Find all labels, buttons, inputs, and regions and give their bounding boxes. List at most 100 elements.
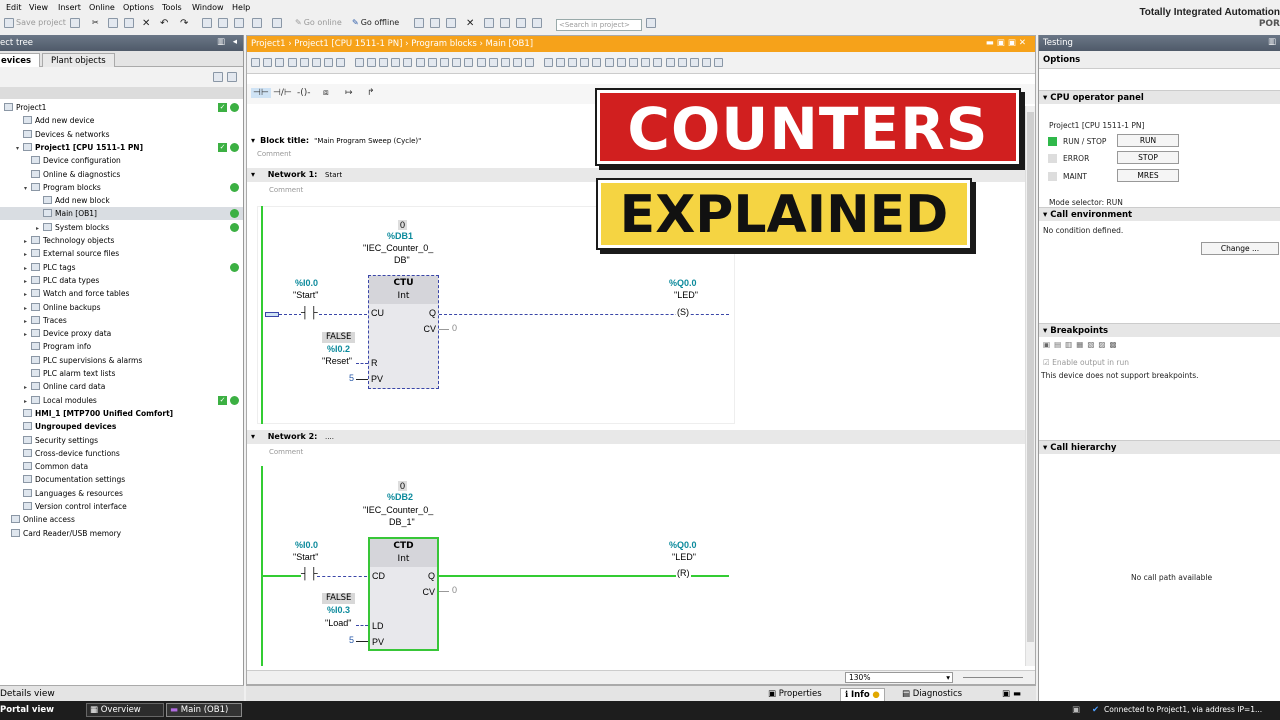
download-button[interactable] — [218, 18, 228, 28]
chevron-right-icon[interactable]: ▸ — [24, 262, 31, 275]
cut-button[interactable]: ✂ — [92, 18, 99, 27]
tree-options-icon[interactable] — [227, 72, 237, 82]
chevron-right-icon[interactable]: ▸ — [24, 302, 31, 315]
chevron-right-icon[interactable]: ▸ — [24, 248, 31, 261]
editor-tool-icon[interactable] — [275, 58, 285, 67]
n1-contact-address[interactable]: %I0.0 — [295, 278, 318, 288]
tree-item[interactable]: Cross-device functions — [0, 447, 243, 460]
redo-button[interactable]: ↷ — [180, 18, 188, 29]
stop-button[interactable]: STOP — [1117, 151, 1179, 164]
tab-diagnostics[interactable]: ▤ Diagnostics — [898, 688, 966, 701]
tree-item[interactable]: Device configuration — [0, 154, 243, 167]
n2-no-contact[interactable]: ┤ ├ — [301, 568, 318, 580]
editor-tool-icon[interactable] — [513, 58, 523, 67]
chevron-down-icon[interactable]: ▾ — [24, 182, 31, 195]
block-title-value[interactable]: "Main Program Sweep (Cycle)" — [314, 137, 421, 145]
tree-item[interactable]: Documentation settings — [0, 473, 243, 486]
coil-icon[interactable]: -()- — [297, 88, 311, 98]
chevron-right-icon[interactable]: ▸ — [24, 328, 31, 341]
menu-insert[interactable]: Insert — [58, 3, 81, 12]
editor-tool-icon[interactable] — [427, 58, 437, 67]
tree-item[interactable]: Add new block — [0, 194, 243, 207]
split-vertical-button[interactable] — [500, 18, 510, 28]
editor-tool-icon[interactable] — [366, 58, 376, 67]
menu-help[interactable]: Help — [232, 3, 250, 12]
editor-tool-icon[interactable] — [629, 58, 638, 67]
editor-tool-icon[interactable] — [452, 58, 462, 67]
tree-item[interactable]: Common data — [0, 460, 243, 473]
accessible-devices-button[interactable] — [272, 18, 282, 28]
editor-vertical-scrollbar[interactable] — [1025, 106, 1035, 666]
close-online-button[interactable]: ✕ — [466, 18, 474, 29]
editor-tool-icon[interactable] — [476, 58, 486, 67]
tree-item[interactable]: Project1 ✓ — [0, 101, 243, 114]
window-controls-icon[interactable]: ▬▣▣✕ — [986, 38, 1029, 48]
compile-button[interactable] — [202, 18, 212, 28]
tree-item[interactable]: ▸ External source files — [0, 247, 243, 260]
editor-tool-icon[interactable] — [488, 58, 498, 67]
editor-tool-icon[interactable] — [555, 58, 565, 67]
n2-load-address[interactable]: %I0.3 — [327, 605, 350, 615]
tree-item[interactable]: PLC supervisions & alarms — [0, 354, 243, 367]
tree-item[interactable]: ▸ Traces — [0, 314, 243, 327]
search-go-button[interactable] — [646, 18, 656, 28]
chevron-right-icon[interactable]: ▸ — [24, 315, 31, 328]
portal-view-button[interactable]: Portal view — [0, 705, 54, 715]
tab-info[interactable]: ℹ Info ● — [840, 688, 885, 701]
network-icon[interactable]: ▣ — [1072, 705, 1080, 715]
chevron-right-icon[interactable]: ▸ — [24, 275, 31, 288]
print-button[interactable] — [70, 18, 80, 28]
monitor-button[interactable] — [414, 18, 424, 28]
tree-item[interactable]: PLC alarm text lists — [0, 367, 243, 380]
tab-plant-objects[interactable]: Plant objects — [42, 53, 115, 67]
split-editor-button[interactable] — [532, 18, 542, 28]
new-project-button[interactable] — [4, 18, 14, 28]
main-ob1-tab[interactable]: ▬ Main (OB1) — [166, 703, 242, 717]
tree-item[interactable]: ▾ Program blocks — [0, 181, 243, 194]
editor-tool-icon[interactable] — [464, 58, 474, 67]
chevron-right-icon[interactable]: ▸ — [24, 381, 31, 394]
collapse-panel-icon[interactable]: ◂ — [233, 37, 237, 47]
network-1-comment[interactable]: Comment — [269, 186, 303, 194]
mres-button[interactable]: MRES — [1117, 169, 1179, 182]
save-project-button[interactable]: Save project — [16, 18, 66, 27]
editor-tool-icon[interactable] — [568, 58, 577, 67]
editor-tool-icon[interactable] — [391, 58, 401, 67]
go-online-button[interactable]: ✎ Go online — [295, 18, 342, 27]
go-offline-button[interactable]: ✎ Go offline — [352, 18, 399, 27]
tree-item[interactable]: ▸ System blocks — [0, 221, 243, 234]
maximize-area-button[interactable] — [516, 18, 526, 28]
tree-item[interactable]: HMI_1 [MTP700 Unified Comfort] — [0, 407, 243, 420]
n1-db-address[interactable]: %DB1 — [387, 231, 413, 241]
tree-item[interactable]: ▸ PLC data types — [0, 274, 243, 287]
n1-ctu-block[interactable]: CTU Int CU Q CV R PV — [368, 275, 439, 389]
editor-tool-icon[interactable] — [312, 58, 321, 67]
breakpoints-header[interactable]: ▾ Breakpoints — [1039, 323, 1280, 337]
tree-item[interactable]: Security settings — [0, 434, 243, 447]
tree-item[interactable]: Main [OB1] — [0, 207, 243, 221]
breakpoint-tools-icon[interactable]: ▣▤▥▦▧▨▩ — [1043, 340, 1121, 349]
tree-item[interactable]: ▸ Technology objects — [0, 234, 243, 247]
copy-button[interactable] — [108, 18, 118, 28]
n1-coil-address[interactable]: %Q0.0 — [669, 278, 697, 288]
call-hierarchy-header[interactable]: ▾ Call hierarchy — [1039, 440, 1280, 454]
chevron-right-icon[interactable]: ▸ — [36, 222, 43, 235]
editor-tool-icon[interactable] — [714, 58, 724, 67]
overview-tab[interactable]: ▦ Overview — [86, 703, 164, 717]
open-branch-icon[interactable]: ↦ — [345, 88, 353, 98]
details-view-bar[interactable]: Details view — [0, 685, 244, 701]
tree-item[interactable]: ▸ Online card data — [0, 380, 243, 393]
editor-tool-icon[interactable] — [665, 58, 675, 67]
tree-item[interactable]: Program info — [0, 340, 243, 353]
search-project-input[interactable]: <Search in project> — [556, 19, 642, 31]
undo-button[interactable]: ↶ — [160, 18, 168, 29]
menu-window[interactable]: Window — [192, 3, 224, 12]
tree-item[interactable]: ▾ Project1 [CPU 1511-1 PN] ✓ — [0, 141, 243, 154]
split-horizontal-button[interactable] — [484, 18, 494, 28]
chevron-down-icon[interactable]: ▾ — [16, 142, 23, 155]
editor-tool-icon[interactable] — [324, 58, 334, 67]
n2-reset-coil[interactable]: (R) — [676, 568, 691, 578]
tree-item[interactable]: Online access — [0, 513, 243, 526]
tree-item[interactable]: Card Reader/USB memory — [0, 527, 243, 540]
tree-item[interactable]: ▸ Watch and force tables — [0, 287, 243, 300]
